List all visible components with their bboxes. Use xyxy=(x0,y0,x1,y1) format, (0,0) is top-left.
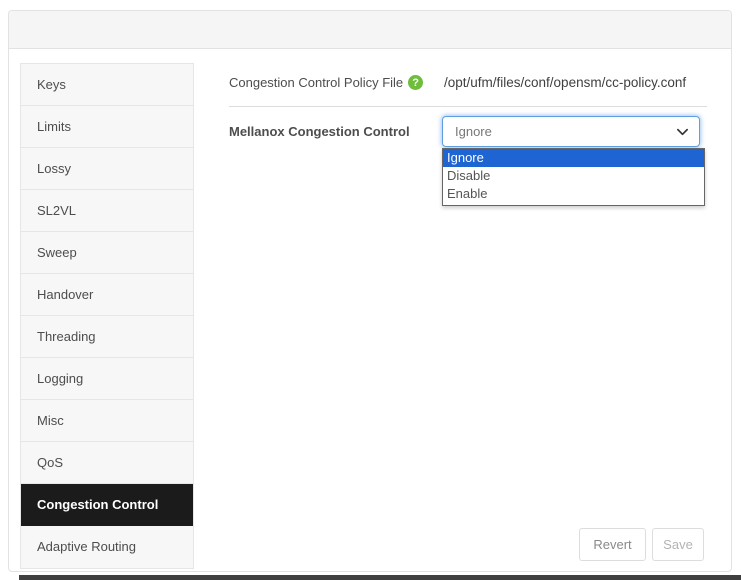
settings-panel: Keys Limits Lossy SL2VL Sweep Handover T… xyxy=(8,10,732,572)
sidebar-item-qos[interactable]: QoS xyxy=(21,442,193,484)
dropdown-option-ignore[interactable]: Ignore xyxy=(443,149,704,167)
select-selected-value: Ignore xyxy=(455,124,676,139)
congestion-control-label: Mellanox Congestion Control xyxy=(229,124,410,139)
question-mark-circle-icon[interactable]: ? xyxy=(408,75,423,90)
sidebar-item-sl2vl[interactable]: SL2VL xyxy=(21,190,193,232)
sidebar-item-logging[interactable]: Logging xyxy=(21,358,193,400)
policy-file-label-row: Congestion Control Policy File ? xyxy=(229,75,423,90)
panel-header xyxy=(9,11,731,49)
policy-file-label: Congestion Control Policy File xyxy=(229,75,403,90)
revert-button[interactable]: Revert xyxy=(579,528,646,561)
congestion-control-select[interactable]: Ignore xyxy=(442,116,700,147)
row-divider xyxy=(229,106,707,107)
dropdown-option-enable[interactable]: Enable xyxy=(443,185,704,203)
sidebar-item-limits[interactable]: Limits xyxy=(21,106,193,148)
chevron-down-icon xyxy=(676,125,689,138)
sidebar-item-misc[interactable]: Misc xyxy=(21,400,193,442)
sidebar-item-lossy[interactable]: Lossy xyxy=(21,148,193,190)
sidebar-item-sweep[interactable]: Sweep xyxy=(21,232,193,274)
select-dropdown-list: Ignore Disable Enable xyxy=(442,148,705,206)
sidebar-item-congestion-control[interactable]: Congestion Control xyxy=(21,484,193,526)
sidebar-item-adaptive-routing[interactable]: Adaptive Routing xyxy=(21,526,193,568)
dropdown-option-disable[interactable]: Disable xyxy=(443,167,704,185)
sidebar-item-handover[interactable]: Handover xyxy=(21,274,193,316)
settings-sidebar: Keys Limits Lossy SL2VL Sweep Handover T… xyxy=(20,63,194,569)
sidebar-item-threading[interactable]: Threading xyxy=(21,316,193,358)
bottom-dark-strip xyxy=(19,575,741,580)
save-button[interactable]: Save xyxy=(652,528,704,561)
policy-file-value: /opt/ufm/files/conf/opensm/cc-policy.con… xyxy=(444,75,686,90)
sidebar-item-keys[interactable]: Keys xyxy=(21,64,193,106)
